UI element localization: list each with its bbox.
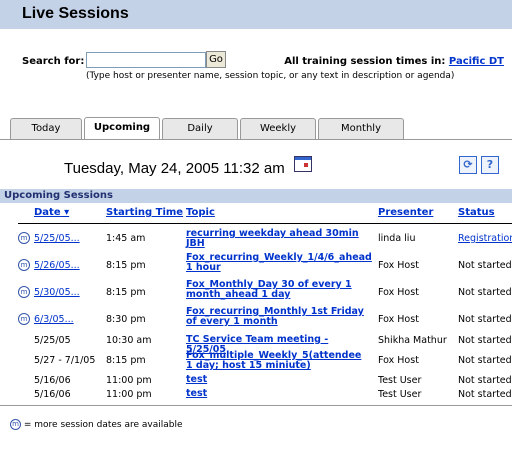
legend-text: = more session dates are available (23, 420, 183, 430)
more-dates-icon: m (18, 259, 30, 271)
row-presenter: linda liu (378, 233, 416, 244)
row-topic[interactable]: Fox_multiple_Weekly_5(attendee 1 day; ho… (186, 351, 370, 371)
row-date[interactable]: 5/25/05... (34, 233, 80, 244)
more-dates-icon: m (18, 313, 30, 325)
row-presenter: Test User (378, 389, 422, 400)
row-topic[interactable]: recurring weekday ahead 30min JBH (186, 229, 370, 249)
help-icon[interactable]: ? (481, 156, 499, 174)
row-date[interactable]: 5/30/05... (34, 287, 80, 298)
row-topic[interactable]: test (186, 375, 370, 385)
row-topic[interactable]: test (186, 389, 370, 399)
row-time: 11:00 pm (106, 375, 152, 386)
search-label: Search for: (22, 56, 85, 67)
column-status-header[interactable]: Status (458, 207, 495, 218)
row-date: 5/25/05 (34, 335, 71, 346)
row-time: 8:15 pm (106, 355, 146, 366)
go-button[interactable]: Go (206, 51, 226, 68)
header-divider (18, 223, 512, 224)
column-date-label: Date (34, 207, 61, 218)
row-time: 8:15 pm (106, 260, 146, 271)
table-header: Date ▾ Starting Time Topic Presenter Sta… (0, 207, 512, 223)
row-status: Not started (458, 287, 512, 298)
tab-today[interactable]: Today (10, 118, 82, 139)
row-status: Not started (458, 335, 512, 346)
timezone-info: All training session times in: Pacific D… (284, 56, 504, 67)
row-status: Not started (458, 389, 512, 400)
more-dates-icon: m (18, 232, 30, 244)
row-topic[interactable]: Fox_recurring_Weekly_1/4/6_ahead 1 hour (186, 253, 372, 273)
row-presenter: Fox Host (378, 287, 419, 298)
row-presenter: Shikha Mathur (378, 335, 447, 346)
current-datetime: Tuesday, May 24, 2005 11:32 am (64, 160, 285, 177)
more-dates-icon: m (18, 286, 30, 298)
row-status[interactable]: Registration (458, 233, 512, 244)
row-presenter: Fox Host (378, 260, 419, 271)
row-date: 5/16/06 (34, 375, 71, 386)
row-time: 8:15 pm (106, 287, 146, 298)
row-presenter: Fox Host (378, 355, 419, 366)
column-presenter-header[interactable]: Presenter (378, 207, 433, 218)
row-date: 5/16/06 (34, 389, 71, 400)
column-date-header[interactable]: Date ▾ (34, 207, 69, 218)
row-time: 11:00 pm (106, 389, 152, 400)
timezone-link[interactable]: Pacific DT (449, 56, 504, 67)
row-time: 8:30 pm (106, 314, 146, 325)
row-status: Not started (458, 375, 512, 386)
row-presenter: Test User (378, 375, 422, 386)
legend: m = more session dates are available (10, 419, 183, 430)
tab-daily[interactable]: Daily (162, 118, 238, 139)
tab-monthly[interactable]: Monthly (318, 118, 404, 139)
section-title: Upcoming Sessions (4, 190, 113, 201)
row-date[interactable]: 6/3/05... (34, 314, 74, 325)
row-topic[interactable]: Fox_recurring_Monthly 1st Friday of ever… (186, 307, 370, 327)
search-input[interactable] (86, 52, 206, 68)
row-date: 5/27 - 7/1/05 (34, 355, 96, 366)
calendar-icon[interactable] (294, 156, 312, 172)
title-bar: Live Sessions (0, 0, 512, 29)
row-time: 10:30 am (106, 335, 152, 346)
tab-weekly[interactable]: Weekly (240, 118, 316, 139)
sort-desc-icon: ▾ (60, 207, 70, 218)
tab-upcoming[interactable]: Upcoming (84, 117, 160, 140)
upcoming-panel: Tuesday, May 24, 2005 11:32 am ⟳ ? Upcom… (0, 139, 512, 449)
refresh-icon[interactable]: ⟳ (459, 156, 477, 174)
section-header: Upcoming Sessions (0, 189, 512, 203)
search-hint: (Type host or presenter name, session to… (86, 71, 455, 81)
row-time: 1:45 am (106, 233, 146, 244)
row-status: Not started (458, 314, 512, 325)
page-title: Live Sessions (22, 5, 129, 22)
more-dates-icon: m (10, 419, 21, 430)
column-time-header[interactable]: Starting Time (106, 207, 183, 218)
row-date[interactable]: 5/26/05... (34, 260, 80, 271)
row-presenter: Fox Host (378, 314, 419, 325)
timezone-label: All training session times in: (284, 56, 446, 67)
footer-divider (0, 405, 512, 406)
row-status: Not started (458, 260, 512, 271)
column-topic-header[interactable]: Topic (186, 207, 215, 218)
row-status: Not started (458, 355, 512, 366)
row-topic[interactable]: Fox_Monthly_Day 30 of every 1 month_ahea… (186, 280, 370, 300)
